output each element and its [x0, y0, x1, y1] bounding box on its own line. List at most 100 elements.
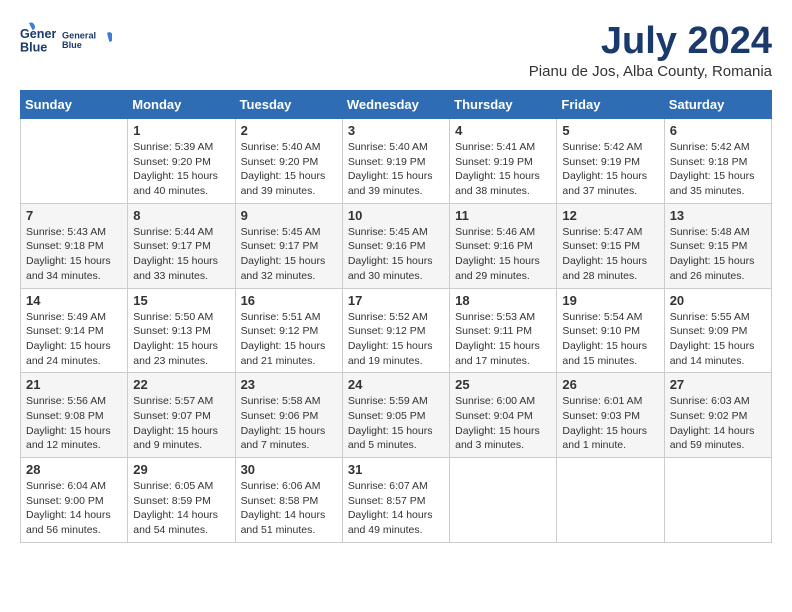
day-info: Sunrise: 5:51 AM Sunset: 9:12 PM Dayligh…: [241, 310, 337, 369]
day-number: 16: [241, 293, 337, 308]
header-saturday: Saturday: [664, 91, 771, 119]
day-number: 26: [562, 377, 658, 392]
calendar-cell: 8 Sunrise: 5:44 AM Sunset: 9:17 PM Daylig…: [128, 203, 235, 288]
day-number: 1: [133, 123, 229, 138]
day-info: Sunrise: 5:52 AM Sunset: 9:12 PM Dayligh…: [348, 310, 444, 369]
calendar-cell: 29 Sunrise: 6:05 AM Sunset: 8:59 PM Dayli…: [128, 458, 235, 543]
calendar-cell: 5 Sunrise: 5:42 AM Sunset: 9:19 PM Daylig…: [557, 119, 664, 204]
calendar-cell: [450, 458, 557, 543]
day-info: Sunrise: 6:06 AM Sunset: 8:58 PM Dayligh…: [241, 479, 337, 538]
day-number: 20: [670, 293, 766, 308]
day-info: Sunrise: 5:55 AM Sunset: 9:09 PM Dayligh…: [670, 310, 766, 369]
day-number: 31: [348, 462, 444, 477]
logo: General Blue General Blue: [20, 20, 112, 60]
header-thursday: Thursday: [450, 91, 557, 119]
calendar-week-4: 21 Sunrise: 5:56 AM Sunset: 9:08 PM Dayli…: [21, 373, 772, 458]
logo-icon: General Blue: [20, 22, 56, 58]
calendar-cell: 6 Sunrise: 5:42 AM Sunset: 9:18 PM Daylig…: [664, 119, 771, 204]
day-info: Sunrise: 6:05 AM Sunset: 8:59 PM Dayligh…: [133, 479, 229, 538]
day-number: 4: [455, 123, 551, 138]
calendar-cell: 30 Sunrise: 6:06 AM Sunset: 8:58 PM Dayli…: [235, 458, 342, 543]
calendar-subtitle: Pianu de Jos, Alba County, Romania: [529, 63, 772, 80]
calendar-cell: 13Sunrise: 5:48 AM Sunset: 9:15 PM Dayli…: [664, 203, 771, 288]
day-number: 5: [562, 123, 658, 138]
day-info: Sunrise: 5:40 AM Sunset: 9:20 PM Dayligh…: [241, 140, 337, 199]
svg-text:Blue: Blue: [62, 40, 82, 50]
day-number: 28: [26, 462, 122, 477]
day-number: 3: [348, 123, 444, 138]
day-info: Sunrise: 5:59 AM Sunset: 9:05 PM Dayligh…: [348, 394, 444, 453]
day-info: Sunrise: 5:45 AM Sunset: 9:16 PM Dayligh…: [348, 225, 444, 284]
day-number: 18: [455, 293, 551, 308]
day-number: 27: [670, 377, 766, 392]
day-info: Sunrise: 5:50 AM Sunset: 9:13 PM Dayligh…: [133, 310, 229, 369]
day-info: Sunrise: 5:58 AM Sunset: 9:06 PM Dayligh…: [241, 394, 337, 453]
day-info: Sunrise: 5:56 AM Sunset: 9:08 PM Dayligh…: [26, 394, 122, 453]
calendar-week-2: 7Sunrise: 5:43 AM Sunset: 9:18 PM Daylig…: [21, 203, 772, 288]
calendar-cell: [557, 458, 664, 543]
calendar-cell: 17 Sunrise: 5:52 AM Sunset: 9:12 PM Dayli…: [342, 288, 449, 373]
calendar-cell: 25Sunrise: 6:00 AM Sunset: 9:04 PM Dayli…: [450, 373, 557, 458]
calendar-cell: 19Sunrise: 5:54 AM Sunset: 9:10 PM Dayli…: [557, 288, 664, 373]
day-info: Sunrise: 5:42 AM Sunset: 9:18 PM Dayligh…: [670, 140, 766, 199]
svg-text:General: General: [20, 27, 56, 41]
calendar-cell: 26 Sunrise: 6:01 AM Sunset: 9:03 PM Dayli…: [557, 373, 664, 458]
day-number: 21: [26, 377, 122, 392]
header-friday: Friday: [557, 91, 664, 119]
day-info: Sunrise: 5:44 AM Sunset: 9:17 PM Dayligh…: [133, 225, 229, 284]
calendar-title: July 2024: [529, 20, 772, 63]
calendar-cell: [664, 458, 771, 543]
day-number: 22: [133, 377, 229, 392]
day-info: Sunrise: 5:39 AM Sunset: 9:20 PM Dayligh…: [133, 140, 229, 199]
day-info: Sunrise: 5:43 AM Sunset: 9:18 PM Dayligh…: [26, 225, 122, 284]
generalblue-logo: General Blue: [62, 20, 112, 60]
day-number: 11: [455, 208, 551, 223]
day-number: 14: [26, 293, 122, 308]
calendar-cell: 15Sunrise: 5:50 AM Sunset: 9:13 PM Dayli…: [128, 288, 235, 373]
day-info: Sunrise: 5:41 AM Sunset: 9:19 PM Dayligh…: [455, 140, 551, 199]
calendar-cell: 18Sunrise: 5:53 AM Sunset: 9:11 PM Dayli…: [450, 288, 557, 373]
day-info: Sunrise: 5:49 AM Sunset: 9:14 PM Dayligh…: [26, 310, 122, 369]
calendar-header-row: SundayMondayTuesdayWednesdayThursdayFrid…: [21, 91, 772, 119]
calendar-body: 1 Sunrise: 5:39 AM Sunset: 9:20 PM Daylig…: [21, 119, 772, 543]
calendar-cell: 20 Sunrise: 5:55 AM Sunset: 9:09 PM Dayli…: [664, 288, 771, 373]
calendar-table: SundayMondayTuesdayWednesdayThursdayFrid…: [20, 90, 772, 543]
day-info: Sunrise: 6:03 AM Sunset: 9:02 PM Dayligh…: [670, 394, 766, 453]
calendar-cell: 23 Sunrise: 5:58 AM Sunset: 9:06 PM Dayli…: [235, 373, 342, 458]
calendar-cell: 22 Sunrise: 5:57 AM Sunset: 9:07 PM Dayli…: [128, 373, 235, 458]
day-info: Sunrise: 6:00 AM Sunset: 9:04 PM Dayligh…: [455, 394, 551, 453]
day-number: 17: [348, 293, 444, 308]
header-monday: Monday: [128, 91, 235, 119]
day-number: 2: [241, 123, 337, 138]
day-info: Sunrise: 5:57 AM Sunset: 9:07 PM Dayligh…: [133, 394, 229, 453]
header-tuesday: Tuesday: [235, 91, 342, 119]
calendar-cell: 11 Sunrise: 5:46 AM Sunset: 9:16 PM Dayli…: [450, 203, 557, 288]
calendar-cell: 28Sunrise: 6:04 AM Sunset: 9:00 PM Dayli…: [21, 458, 128, 543]
day-number: 30: [241, 462, 337, 477]
day-number: 8: [133, 208, 229, 223]
day-info: Sunrise: 5:46 AM Sunset: 9:16 PM Dayligh…: [455, 225, 551, 284]
calendar-cell: 1 Sunrise: 5:39 AM Sunset: 9:20 PM Daylig…: [128, 119, 235, 204]
calendar-cell: 12 Sunrise: 5:47 AM Sunset: 9:15 PM Dayli…: [557, 203, 664, 288]
page-header: General Blue General Blue July 2024 Pian…: [20, 20, 772, 80]
day-number: 23: [241, 377, 337, 392]
day-number: 9: [241, 208, 337, 223]
day-number: 12: [562, 208, 658, 223]
day-info: Sunrise: 6:07 AM Sunset: 8:57 PM Dayligh…: [348, 479, 444, 538]
day-info: Sunrise: 5:42 AM Sunset: 9:19 PM Dayligh…: [562, 140, 658, 199]
calendar-cell: 10 Sunrise: 5:45 AM Sunset: 9:16 PM Dayli…: [342, 203, 449, 288]
header-sunday: Sunday: [21, 91, 128, 119]
day-number: 6: [670, 123, 766, 138]
calendar-cell: 31 Sunrise: 6:07 AM Sunset: 8:57 PM Dayli…: [342, 458, 449, 543]
calendar-cell: 9 Sunrise: 5:45 AM Sunset: 9:17 PM Daylig…: [235, 203, 342, 288]
day-info: Sunrise: 6:01 AM Sunset: 9:03 PM Dayligh…: [562, 394, 658, 453]
calendar-cell: 7Sunrise: 5:43 AM Sunset: 9:18 PM Daylig…: [21, 203, 128, 288]
calendar-cell: 16 Sunrise: 5:51 AM Sunset: 9:12 PM Dayli…: [235, 288, 342, 373]
day-info: Sunrise: 5:47 AM Sunset: 9:15 PM Dayligh…: [562, 225, 658, 284]
calendar-cell: [21, 119, 128, 204]
day-number: 10: [348, 208, 444, 223]
day-number: 29: [133, 462, 229, 477]
day-info: Sunrise: 5:45 AM Sunset: 9:17 PM Dayligh…: [241, 225, 337, 284]
header-wednesday: Wednesday: [342, 91, 449, 119]
calendar-cell: 2 Sunrise: 5:40 AM Sunset: 9:20 PM Daylig…: [235, 119, 342, 204]
